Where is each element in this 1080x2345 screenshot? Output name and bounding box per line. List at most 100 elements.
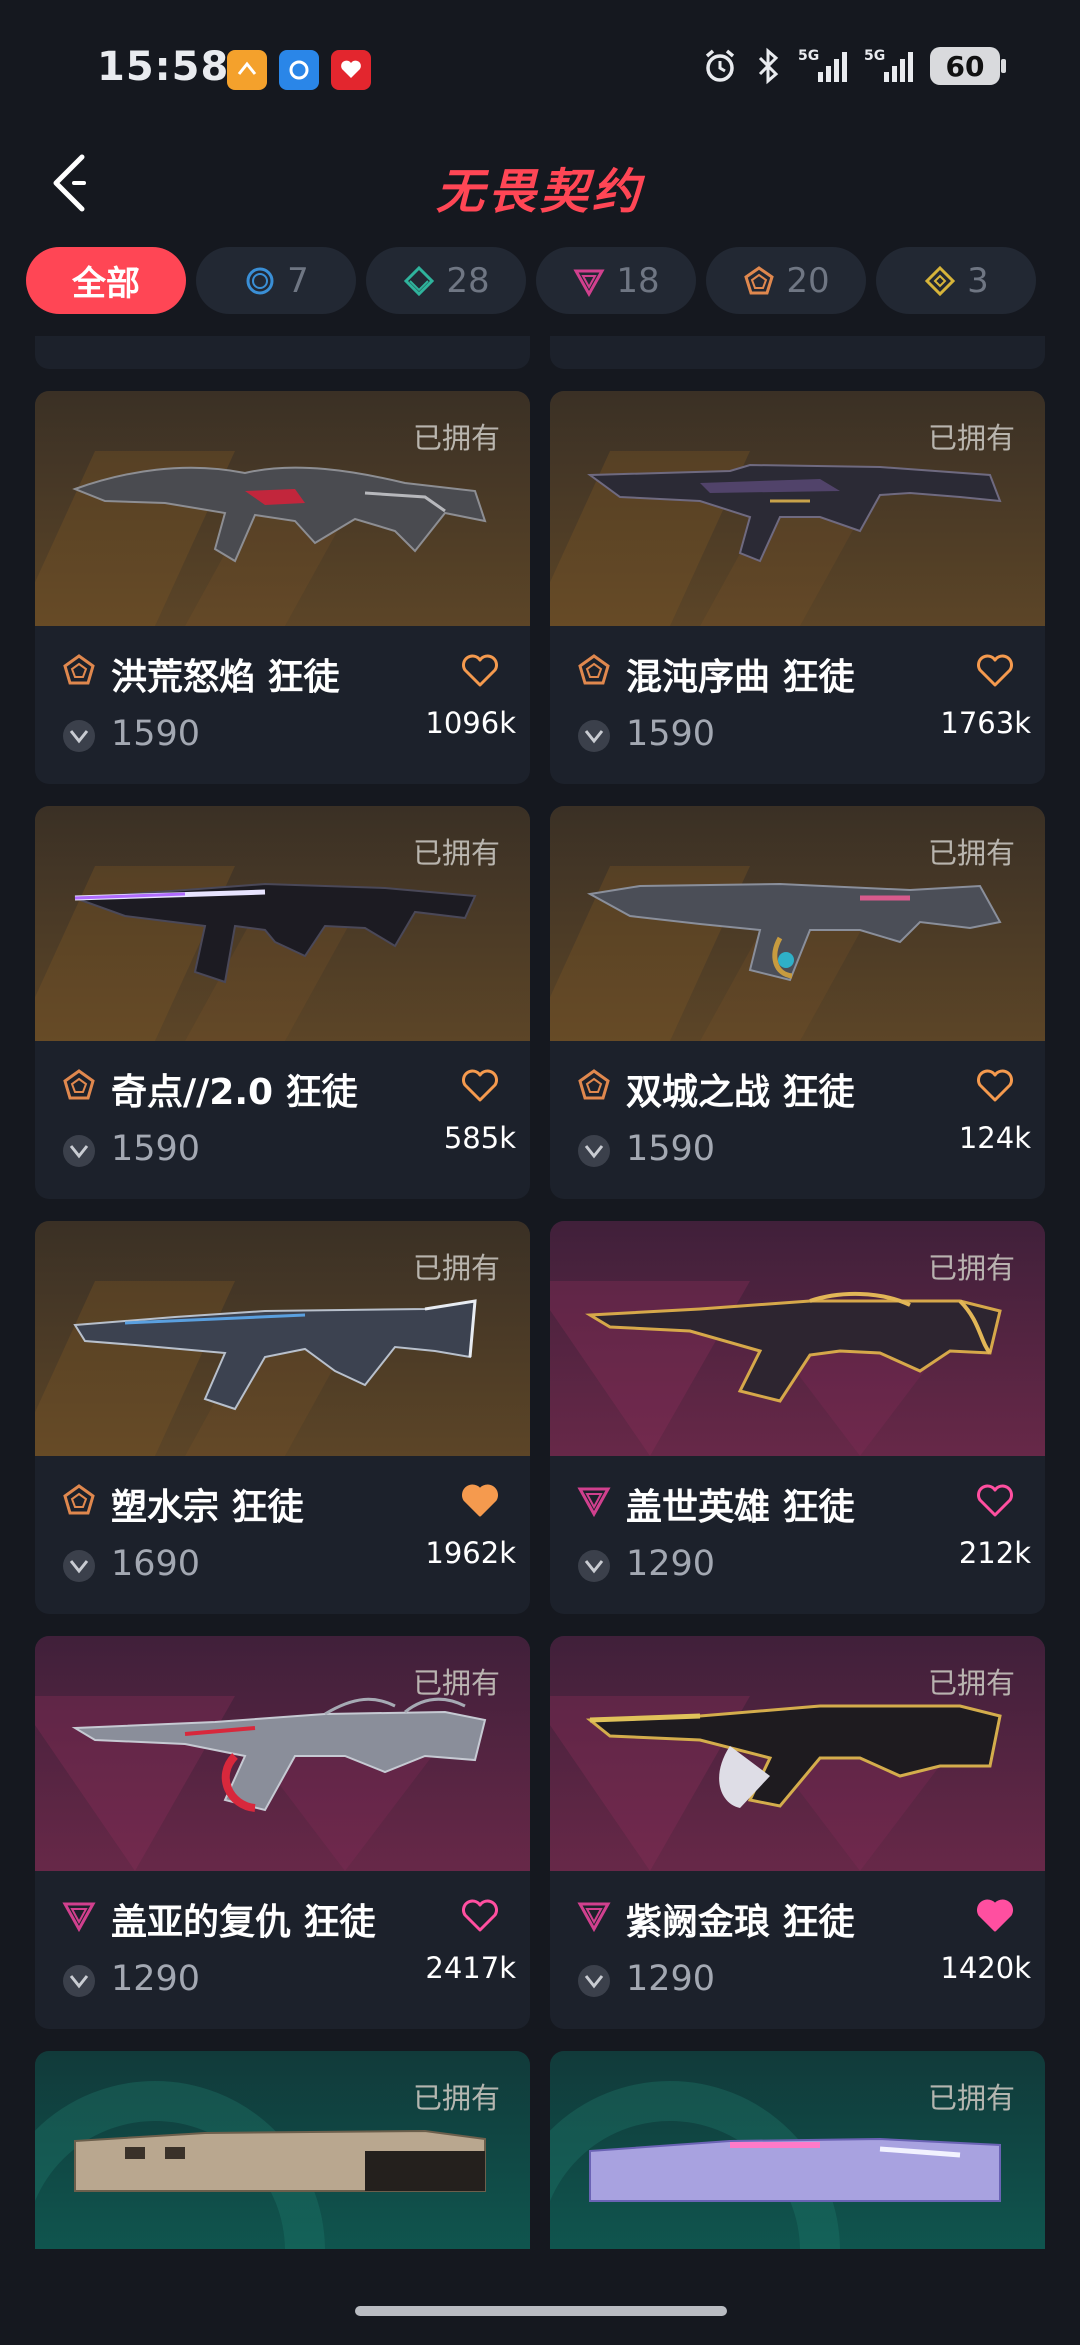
- premium-tier-icon: [577, 1487, 611, 1518]
- filter-chip-select[interactable]: 7: [196, 247, 356, 314]
- exclusive-tier-icon: [578, 654, 610, 685]
- premium-tier-icon: [62, 1902, 96, 1933]
- skin-name: 盖世英雄 狂徒: [626, 1487, 855, 1528]
- heart-outline-icon[interactable]: [975, 1482, 1015, 1518]
- skin-name: 奇点//2.0 狂徒: [111, 1072, 358, 1113]
- vp-currency-icon: [63, 720, 95, 752]
- browser-notification-icon: [279, 50, 319, 90]
- skin-card[interactable]: 已拥有 盖亚的复仇 狂徒 1290 2417k: [35, 1636, 530, 2029]
- filter-chip-count: 7: [287, 260, 309, 301]
- alarm-icon: [705, 49, 735, 82]
- skin-card-info: 洪荒怒焰 狂徒 1590 1096k: [35, 626, 530, 784]
- signal-5g-icon-2: 5G: [864, 48, 913, 82]
- skin-name: 紫阙金琅 狂徒: [626, 1902, 855, 1943]
- vp-currency-icon: [578, 720, 610, 752]
- home-indicator[interactable]: [355, 2306, 727, 2316]
- filter-chip-count: 3: [967, 260, 989, 301]
- skin-price: 1690: [111, 1544, 201, 1584]
- premium-tier-icon: [573, 269, 605, 297]
- notification-icons: [227, 50, 371, 90]
- skin-price: 1590: [111, 1129, 201, 1169]
- skin-price: 1590: [626, 1129, 716, 1169]
- heart-outline-icon[interactable]: [975, 652, 1015, 688]
- skin-art: 已拥有: [550, 391, 1045, 626]
- vp-currency-icon: [63, 1135, 95, 1167]
- tier-filter-bar: 全部 7 28 18 20 3: [26, 247, 1036, 314]
- skin-card[interactable]: 已拥有 双城之战 狂徒 1590 124k: [550, 806, 1045, 1199]
- system-status: 5G 5G 60: [700, 46, 1006, 86]
- skin-art: 已拥有: [35, 2051, 530, 2249]
- filter-chip-ultra[interactable]: 3: [876, 247, 1036, 314]
- skin-card[interactable]: 1690 517k: [35, 336, 530, 369]
- skin-card-info: 混沌序曲 狂徒 1590 1763k: [550, 626, 1045, 784]
- owned-label: 已拥有: [927, 2081, 1015, 2115]
- skin-art: 已拥有: [35, 1636, 530, 1871]
- status-time: 15:58: [97, 44, 230, 90]
- skin-price: 1590: [111, 714, 201, 754]
- page-title: 无畏契约: [435, 164, 644, 220]
- status-bar: 15:58 5G 5G 60: [0, 0, 1080, 130]
- filter-chip-all[interactable]: 全部: [26, 247, 186, 314]
- skin-card-info: 塑水宗 狂徒 1690 1962k: [35, 1456, 530, 1614]
- shopping-notification-icon: [331, 50, 371, 90]
- select-tier-icon: [246, 267, 274, 294]
- skin-art: 已拥有: [35, 806, 530, 1041]
- exclusive-tier-icon: [578, 1069, 610, 1100]
- heart-filled-icon[interactable]: [975, 1897, 1015, 1933]
- app-notification-icon: [227, 50, 267, 90]
- svg-text:5G: 5G: [798, 48, 819, 64]
- skin-card[interactable]: 1590 589k: [550, 336, 1045, 369]
- skin-art: 已拥有: [35, 391, 530, 626]
- filter-chip-label: 全部: [72, 264, 140, 304]
- skin-like-count: 1096k: [425, 706, 516, 740]
- skin-card-info: 1690 517k: [35, 336, 530, 369]
- heart-outline-icon[interactable]: [975, 1067, 1015, 1103]
- owned-label: 已拥有: [927, 836, 1015, 870]
- skin-card[interactable]: 已拥有 混沌序曲 狂徒 1590 1763k: [550, 391, 1045, 784]
- skin-price: 1290: [111, 1959, 201, 1999]
- filter-chip-exclusive[interactable]: 20: [706, 247, 866, 314]
- skin-card[interactable]: 已拥有 紫阙金琅 狂徒 1290 1420k: [550, 1636, 1045, 2029]
- filter-chip-deluxe[interactable]: 28: [366, 247, 526, 314]
- skin-card[interactable]: 已拥有 奇点//2.0 狂徒 1590 585k: [35, 806, 530, 1199]
- skin-card-info: 1590 589k: [550, 336, 1045, 369]
- skin-name: 混沌序曲 狂徒: [626, 657, 855, 698]
- filter-chip-count: 20: [786, 260, 830, 301]
- skin-name: 双城之战 狂徒: [626, 1072, 855, 1113]
- skin-price: 1290: [626, 1544, 716, 1584]
- heart-outline-icon[interactable]: [460, 1897, 500, 1933]
- filter-chip-premium[interactable]: 18: [536, 247, 696, 314]
- deluxe-tier-icon: [404, 265, 435, 296]
- owned-label: 已拥有: [412, 421, 500, 455]
- skin-like-count: 2417k: [425, 1951, 516, 1985]
- exclusive-tier-icon: [63, 1069, 95, 1100]
- heart-outline-icon[interactable]: [460, 652, 500, 688]
- skin-card-info: 盖世英雄 狂徒 1290 212k: [550, 1456, 1045, 1614]
- skin-like-count: 1962k: [425, 1536, 516, 1570]
- skin-card[interactable]: 已拥有: [550, 2051, 1045, 2249]
- skin-price: 1590: [626, 714, 716, 754]
- skin-grid: 1690 517k 1590 589k: [35, 336, 1045, 2249]
- skin-card-info: 盖亚的复仇 狂徒 1290 2417k: [35, 1871, 530, 2029]
- skin-card[interactable]: 已拥有 盖世英雄 狂徒 1290 212k: [550, 1221, 1045, 1614]
- filter-chip-count: 18: [616, 260, 660, 301]
- vp-currency-icon: [578, 1135, 610, 1167]
- ultra-tier-icon: [925, 265, 956, 296]
- vp-currency-icon: [578, 1550, 610, 1582]
- heart-filled-icon[interactable]: [460, 1482, 500, 1518]
- bluetooth-icon: [758, 47, 779, 85]
- skin-name: 塑水宗 狂徒: [111, 1487, 304, 1528]
- skin-list[interactable]: 1690 517k 1590 589k: [0, 336, 1080, 2249]
- heart-outline-icon[interactable]: [460, 1067, 500, 1103]
- skin-art: 已拥有: [550, 806, 1045, 1041]
- skin-like-count: 212k: [958, 1536, 1031, 1570]
- skin-card[interactable]: 已拥有 洪荒怒焰 狂徒 1590 1096k: [35, 391, 530, 784]
- owned-label: 已拥有: [412, 2081, 500, 2115]
- skin-like-count: 124k: [958, 1121, 1031, 1155]
- skin-card[interactable]: 已拥有 塑水宗 狂徒 1690 1962k: [35, 1221, 530, 1614]
- vp-currency-icon: [63, 1550, 95, 1582]
- vp-currency-icon: [63, 1965, 95, 1997]
- svg-text:5G: 5G: [864, 48, 885, 64]
- skin-card[interactable]: 已拥有: [35, 2051, 530, 2249]
- skin-price: 1290: [626, 1959, 716, 1999]
